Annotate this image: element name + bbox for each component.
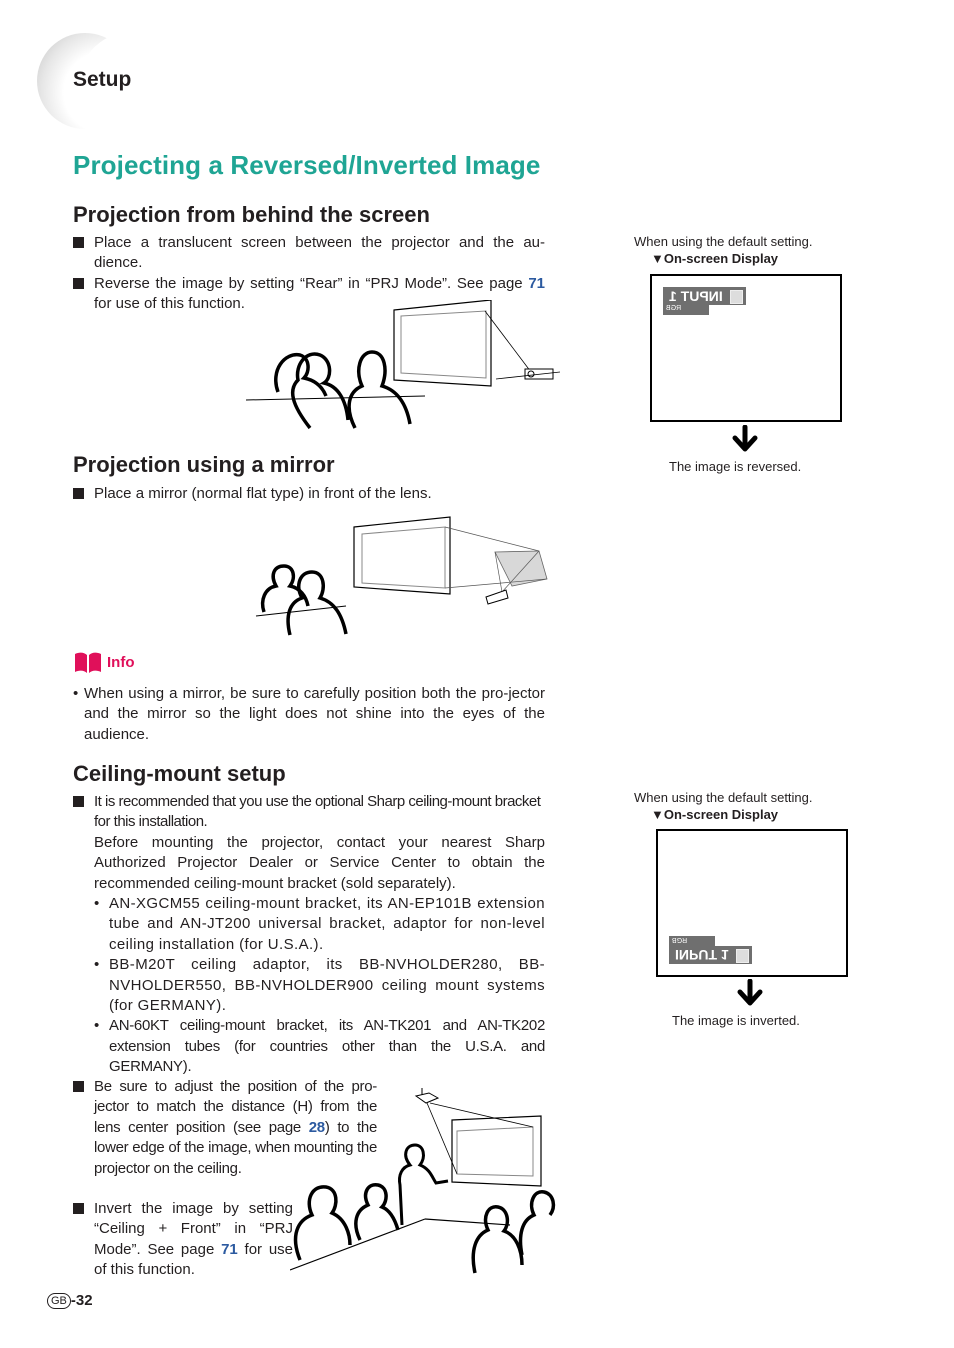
region-badge: GB	[47, 1293, 71, 1309]
osd-input-bar: INPUT 1	[669, 946, 752, 964]
osd-caption-2: When using the default setting.	[634, 790, 813, 805]
square-bullet-icon	[73, 237, 84, 248]
bullet-dot-icon: •	[73, 685, 79, 702]
page-title: Projecting a Reversed/Inverted Image	[73, 150, 541, 180]
sub-item: • AN-XGCM55 ceiling-mount bracket, its A…	[94, 895, 545, 953]
square-bullet-icon	[73, 488, 84, 499]
down-arrow-icon	[737, 979, 763, 1006]
ceiling-bullets: It is recommended that you use the optio…	[73, 792, 545, 1078]
heading-ceiling-mount: Ceiling-mount setup	[73, 761, 286, 786]
heading-mirror: Projection using a mirror	[73, 452, 335, 477]
osd-input-label: INPUT 1	[669, 288, 723, 304]
monitor-icon	[730, 290, 743, 304]
osd-screen-inverted: RGB INPUT 1	[656, 829, 848, 977]
square-bullet-icon	[73, 1203, 84, 1214]
osd-input-bar: INPUT 1	[663, 287, 746, 305]
down-arrow-icon	[732, 425, 758, 452]
mirror-bullets: Place a mirror (normal flat type) in fro…	[73, 484, 545, 504]
info-label: Info	[107, 654, 135, 671]
bullet-item: It is recommended that you use the optio…	[73, 792, 545, 1078]
book-icon	[75, 652, 101, 673]
monitor-icon	[736, 949, 749, 963]
ceiling-bullets-3: Invert the image by setting “Ceiling + F…	[73, 1199, 293, 1281]
osd-title-1: ▼On-screen Display	[651, 251, 779, 266]
osd-input-label: INPUT 1	[675, 947, 729, 963]
osd-caption-1: When using the default setting.	[634, 234, 813, 249]
bullet-dot-icon: •	[94, 1017, 100, 1035]
section-tag: Setup	[73, 68, 132, 91]
osd-result-2: The image is inverted.	[672, 1013, 800, 1028]
osd-sub-bar: RGB	[669, 936, 715, 946]
rear-projection-illustration	[245, 300, 561, 430]
page-number: GB -32	[47, 1292, 93, 1309]
sub-item: • BB-M20T ceiling adaptor, its BB-NVHOLD…	[94, 956, 545, 1015]
info-note: • When using a mirror, be sure to carefu…	[73, 685, 545, 743]
ceiling-mount-illustration	[290, 1088, 556, 1274]
bullet-dot-icon: •	[94, 956, 100, 974]
sub-item: • AN-60KT ceiling-mount bracket, its AN-…	[94, 1017, 545, 1076]
square-bullet-icon	[73, 1081, 84, 1092]
osd-result-1: The image is reversed.	[669, 459, 802, 474]
bullet-item: Invert the image by setting “Ceiling + F…	[73, 1199, 293, 1281]
bullet-item: Place a mirror (normal flat type) in fro…	[73, 484, 545, 504]
osd-screen-reversed: INPUT 1 RGB	[650, 274, 842, 422]
bullet-item: Place a translucent screen between the p…	[73, 233, 545, 274]
heading-behind-screen: Projection from behind the screen	[73, 202, 430, 227]
page-link-71[interactable]: 71	[221, 1241, 238, 1258]
osd-title-2: ▼On-screen Display	[651, 807, 779, 822]
osd-sub-bar: RGB	[663, 305, 709, 315]
bullet-dot-icon: •	[94, 895, 100, 913]
page-link-71[interactable]: 71	[528, 275, 545, 292]
square-bullet-icon	[73, 277, 84, 289]
mirror-projection-illustration	[255, 516, 548, 636]
square-bullet-icon	[73, 796, 84, 807]
